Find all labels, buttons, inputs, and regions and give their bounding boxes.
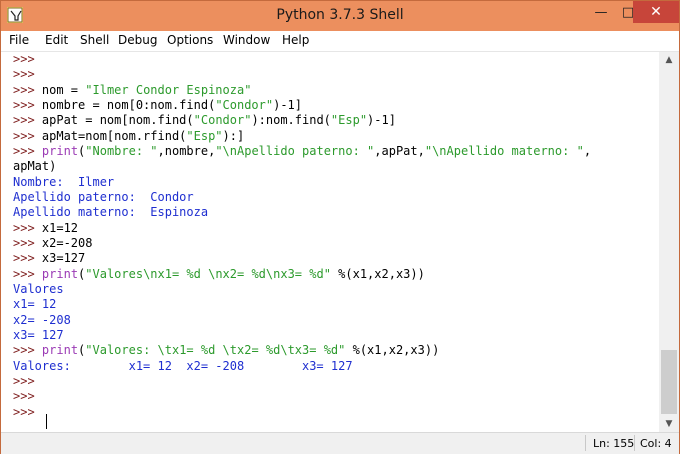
shell-input-line: >>> apMat=nom[nom.rfind("Esp"):]	[13, 128, 245, 143]
shell-input-line: >>>	[13, 52, 35, 66]
minimize-button[interactable]: —	[587, 1, 615, 23]
shell-input-line: >>>	[13, 67, 35, 82]
vertical-scrollbar[interactable]: ▲ ▼	[659, 52, 679, 432]
line-number-indicator: Ln: 155	[593, 437, 635, 450]
shell-input-line: >>> x1=12	[13, 220, 79, 235]
shell-text-area[interactable]: >>> >>> >>> nom = "Ilmer Condor Espinoza" >…	[6, 52, 659, 432]
shell-output-line: Valores	[13, 281, 64, 296]
menu-help[interactable]: Help	[282, 33, 309, 47]
shell-input-line: >>>	[13, 389, 35, 404]
window-title: Python 3.7.3 Shell	[276, 7, 404, 23]
shell-input-line: >>> x2=-208	[13, 235, 93, 250]
status-bar: Ln: 155 Col: 4	[1, 432, 679, 454]
shell-output-line: x3= 127	[13, 327, 64, 342]
shell-input-line: >>> print("Nombre: ",nombre,"\nApellido …	[13, 143, 592, 158]
shell-output-line: Nombre: Ilmer	[13, 174, 115, 189]
menu-bar: File Edit Shell Debug Options Window Hel…	[1, 31, 679, 52]
text-cursor	[46, 414, 47, 429]
menu-debug[interactable]: Debug	[118, 33, 157, 47]
idle-shell-window: Python 3.7.3 Shell — □ ✕ File Edit Shell…	[0, 0, 680, 454]
shell-output-line: Apellido materno: Espinoza	[13, 205, 209, 220]
shell-input-line: >>>	[13, 373, 35, 388]
scroll-down-arrow-icon[interactable]: ▼	[659, 416, 679, 432]
column-number-indicator: Col: 4	[640, 437, 672, 450]
shell-output-line: x1= 12	[13, 297, 57, 312]
shell-input-line: >>> apPat = nom[nom.find("Condor"):nom.f…	[13, 113, 396, 128]
shell-output-line: Valores: x1= 12 x2= -208 x3= 127	[13, 358, 353, 373]
menu-file[interactable]: File	[9, 33, 29, 47]
shell-input-line: >>> x3=127	[13, 251, 86, 266]
shell-input-line: >>> nom = "Ilmer Condor Espinoza"	[13, 82, 252, 97]
shell-input-line: >>> nombre = nom[0:nom.find("Condor")-1]	[13, 97, 303, 112]
shell-output-line: apMat)	[13, 159, 57, 174]
shell-output-line: Apellido paterno: Condor	[13, 189, 194, 204]
status-divider	[585, 435, 586, 451]
shell-input-line: >>> print("Valores: \tx1= %d \tx2= %d\tx…	[13, 343, 440, 358]
scroll-thumb[interactable]	[661, 350, 677, 414]
close-button[interactable]: ✕	[633, 1, 679, 23]
menu-edit[interactable]: Edit	[45, 33, 68, 47]
menu-window[interactable]: Window	[223, 33, 270, 47]
shell-output-line: x2= -208	[13, 312, 71, 327]
shell-input-line: >>>	[13, 404, 35, 419]
shell-input-line: >>> print("Valores\nx1= %d \nx2= %d\nx3=…	[13, 266, 425, 281]
menu-shell[interactable]: Shell	[80, 33, 109, 47]
title-bar[interactable]: Python 3.7.3 Shell — □ ✕	[1, 1, 679, 31]
menu-options[interactable]: Options	[167, 33, 213, 47]
scroll-up-arrow-icon[interactable]: ▲	[659, 52, 679, 68]
status-divider	[634, 435, 635, 451]
